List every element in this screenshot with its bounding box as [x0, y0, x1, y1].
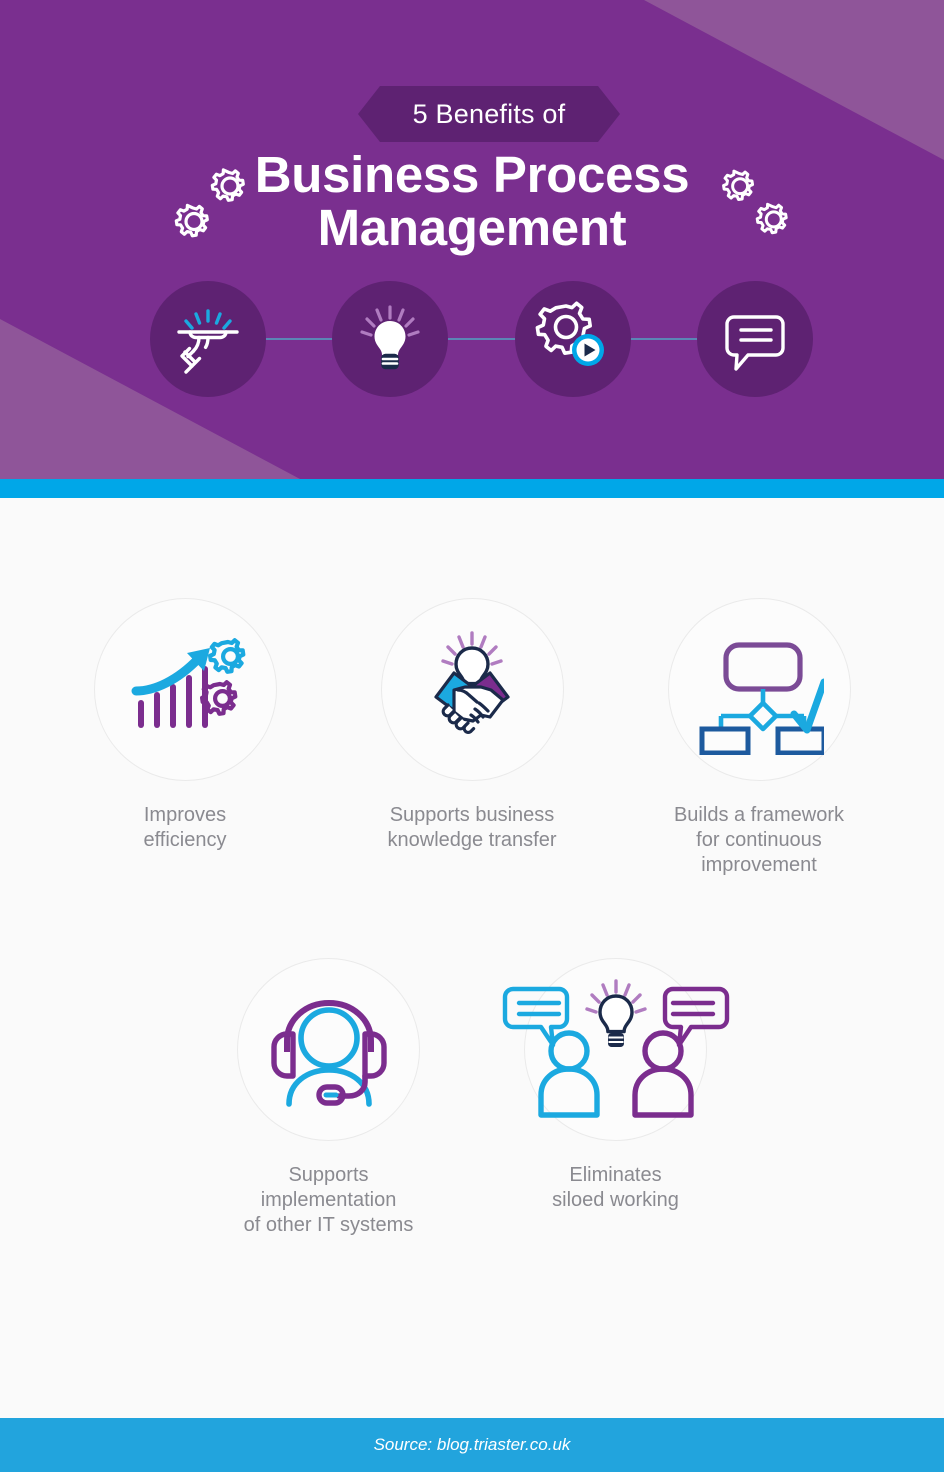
benefit-caption-2: Supports business knowledge transfer — [388, 803, 557, 853]
benefit-caption-4: Supports implementation of other IT syst… — [244, 1163, 414, 1238]
ribbon-label: 5 Benefits of — [412, 98, 566, 129]
caption-line: siloed working — [552, 1189, 679, 1211]
title-line-1: Business Process — [254, 146, 690, 203]
connector-line-1 — [262, 338, 338, 340]
title-line-2: Management — [317, 199, 627, 256]
header-step-1 — [150, 281, 266, 397]
header-banner: 5 Benefits of Business Process Managemen… — [0, 0, 944, 479]
caption-line: knowledge transfer — [387, 829, 557, 851]
header-step-3 — [515, 281, 631, 397]
benefit-icon-circle-4 — [237, 958, 420, 1141]
infographic-page: 5 Benefits of Business Process Managemen… — [0, 0, 944, 1472]
gear-play-icon — [535, 301, 604, 366]
benefit-caption-5: Eliminates siloed working — [552, 1163, 679, 1213]
benefits-row-bottom: Supports implementation of other IT syst… — [0, 958, 944, 1238]
benefit-card-2: Supports business knowledge transfer — [329, 598, 616, 878]
people-speech-lightbulb-icon — [502, 978, 729, 1118]
headset-support-icon — [270, 999, 387, 1107]
page-title: Business Process Management — [0, 148, 944, 254]
benefit-card-4: Supports implementation of other IT syst… — [185, 958, 472, 1238]
flowchart-checkmark-icon — [699, 641, 824, 755]
lightbulb-icon — [360, 305, 420, 370]
caption-line: efficiency — [143, 829, 227, 851]
footer-bar: Source: blog.triaster.co.uk — [0, 1418, 944, 1472]
benefit-icon-circle-1 — [93, 598, 277, 781]
connector-line-3 — [627, 338, 702, 340]
benefits-row-top: Improves efficiency Supports business kn… — [0, 598, 944, 878]
caption-line: Supports — [288, 1164, 369, 1186]
benefit-card-1: Improves efficiency — [42, 598, 329, 878]
benefit-icon-circle-5 — [502, 958, 729, 1141]
benefits-section: Improves efficiency Supports business kn… — [0, 498, 944, 1418]
caption-line: Eliminates — [569, 1164, 662, 1186]
speech-bubble-icon — [725, 315, 785, 371]
growth-chart-gears-icon — [131, 637, 246, 728]
benefit-card-3: Builds a framework for continuous improv… — [616, 598, 903, 878]
blue-divider — [0, 479, 944, 498]
caption-line: Builds a framework — [673, 804, 845, 826]
benefit-caption-1: Improves efficiency — [143, 803, 226, 853]
caption-line: Supports business — [389, 804, 555, 826]
caption-line: improvement — [701, 854, 817, 876]
ribbon-banner: 5 Benefits of — [358, 86, 620, 142]
caption-line: Improves — [143, 804, 227, 826]
header-step-2 — [332, 281, 448, 397]
connector-line-2 — [444, 338, 520, 340]
benefit-card-5: Eliminates siloed working — [472, 958, 759, 1238]
caption-line: of other IT systems — [243, 1214, 414, 1236]
benefit-icon-circle-2 — [380, 598, 564, 781]
caption-line: for continuous — [696, 829, 822, 851]
caption-line: implementation — [260, 1189, 397, 1211]
corner-accent-top-right — [644, 0, 944, 160]
benefit-caption-3: Builds a framework for continuous improv… — [674, 803, 844, 878]
source-label: Source: blog.triaster.co.uk — [373, 1435, 571, 1454]
header-icon-row — [0, 281, 944, 397]
hand-tray-icon — [177, 309, 239, 374]
handshake-lightbulb-icon — [434, 630, 510, 734]
benefit-icon-circle-3 — [667, 598, 851, 781]
header-step-4 — [697, 281, 813, 397]
